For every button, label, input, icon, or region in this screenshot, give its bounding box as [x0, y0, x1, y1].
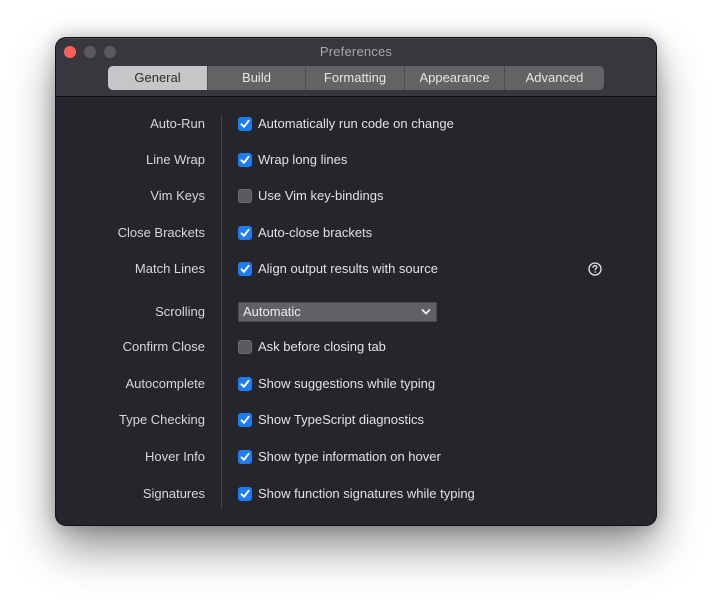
setting-label: Scrolling [155, 304, 205, 319]
preferences-window: Preferences General Build Formatting App… [56, 38, 656, 525]
checkmark-icon [240, 228, 250, 237]
line-wrap-checkbox[interactable] [238, 153, 252, 167]
setting-row-auto-run: Auto-Run Automatically run code on chang… [56, 114, 656, 134]
setting-row-signatures: Signatures Show function signatures whil… [56, 484, 656, 504]
titlebar: Preferences General Build Formatting App… [56, 38, 656, 97]
setting-description[interactable]: Show suggestions while typing [258, 374, 435, 394]
setting-label: Confirm Close [122, 339, 205, 354]
tab-appearance[interactable]: Appearance [405, 66, 505, 90]
checkmark-icon [240, 379, 250, 388]
tab-build[interactable]: Build [208, 66, 306, 90]
checkmark-icon [240, 452, 250, 461]
checkmark-icon [240, 489, 250, 498]
close-brackets-checkbox[interactable] [238, 226, 252, 240]
chevron-down-icon [421, 309, 431, 315]
setting-description[interactable]: Show TypeScript diagnostics [258, 410, 424, 430]
setting-description[interactable]: Automatically run code on change [258, 114, 454, 134]
setting-label: Match Lines [134, 261, 205, 276]
setting-label: Signatures [142, 486, 205, 501]
checkmark-icon [240, 155, 250, 164]
setting-label: Auto-Run [150, 116, 205, 131]
setting-label: Hover Info [145, 449, 205, 464]
tab-formatting[interactable]: Formatting [306, 66, 405, 90]
setting-row-type-checking: Type Checking Show TypeScript diagnostic… [56, 410, 656, 430]
tab-bar: General Build Formatting Appearance Adva… [108, 66, 604, 90]
scrolling-select[interactable]: Automatic [238, 302, 437, 322]
setting-description[interactable]: Use Vim key-bindings [258, 186, 383, 206]
setting-description[interactable]: Wrap long lines [258, 150, 347, 170]
auto-run-checkbox[interactable] [238, 117, 252, 131]
match-lines-checkbox[interactable] [238, 262, 252, 276]
autocomplete-checkbox[interactable] [238, 377, 252, 391]
setting-label: Type Checking [119, 412, 205, 427]
setting-row-close-brackets: Close Brackets Auto-close brackets [56, 223, 656, 243]
confirm-close-checkbox[interactable] [238, 340, 252, 354]
type-checking-checkbox[interactable] [238, 413, 252, 427]
setting-row-confirm-close: Confirm Close Ask before closing tab [56, 337, 656, 357]
tab-general[interactable]: General [108, 66, 208, 90]
setting-label: Line Wrap [145, 152, 205, 167]
window-title: Preferences [319, 44, 393, 59]
checkmark-icon [240, 119, 250, 128]
setting-description[interactable]: Show type information on hover [258, 447, 441, 467]
setting-row-autocomplete: Autocomplete Show suggestions while typi… [56, 374, 656, 394]
question-circle-icon[interactable] [588, 262, 602, 276]
signatures-checkbox[interactable] [238, 487, 252, 501]
setting-row-scrolling: Scrolling Automatic [56, 302, 656, 322]
setting-description[interactable]: Show function signatures while typing [258, 484, 475, 504]
checkmark-icon [240, 264, 250, 273]
setting-row-line-wrap: Line Wrap Wrap long lines [56, 150, 656, 170]
setting-row-match-lines: Match Lines Align output results with so… [56, 259, 656, 279]
setting-label: Vim Keys [150, 188, 205, 203]
settings-panel: Auto-Run Automatically run code on chang… [56, 97, 656, 525]
setting-row-vim-keys: Vim Keys Use Vim key-bindings [56, 186, 656, 206]
checkmark-icon [240, 415, 250, 424]
setting-description[interactable]: Align output results with source [258, 259, 438, 279]
tab-advanced[interactable]: Advanced [505, 66, 604, 90]
setting-row-hover-info: Hover Info Show type information on hove… [56, 447, 656, 467]
hover-info-checkbox[interactable] [238, 450, 252, 464]
setting-label: Autocomplete [125, 376, 206, 391]
setting-description[interactable]: Auto-close brackets [258, 223, 372, 243]
select-value: Automatic [243, 304, 301, 319]
setting-description[interactable]: Ask before closing tab [258, 337, 386, 357]
setting-label: Close Brackets [117, 225, 205, 240]
vim-keys-checkbox[interactable] [238, 189, 252, 203]
